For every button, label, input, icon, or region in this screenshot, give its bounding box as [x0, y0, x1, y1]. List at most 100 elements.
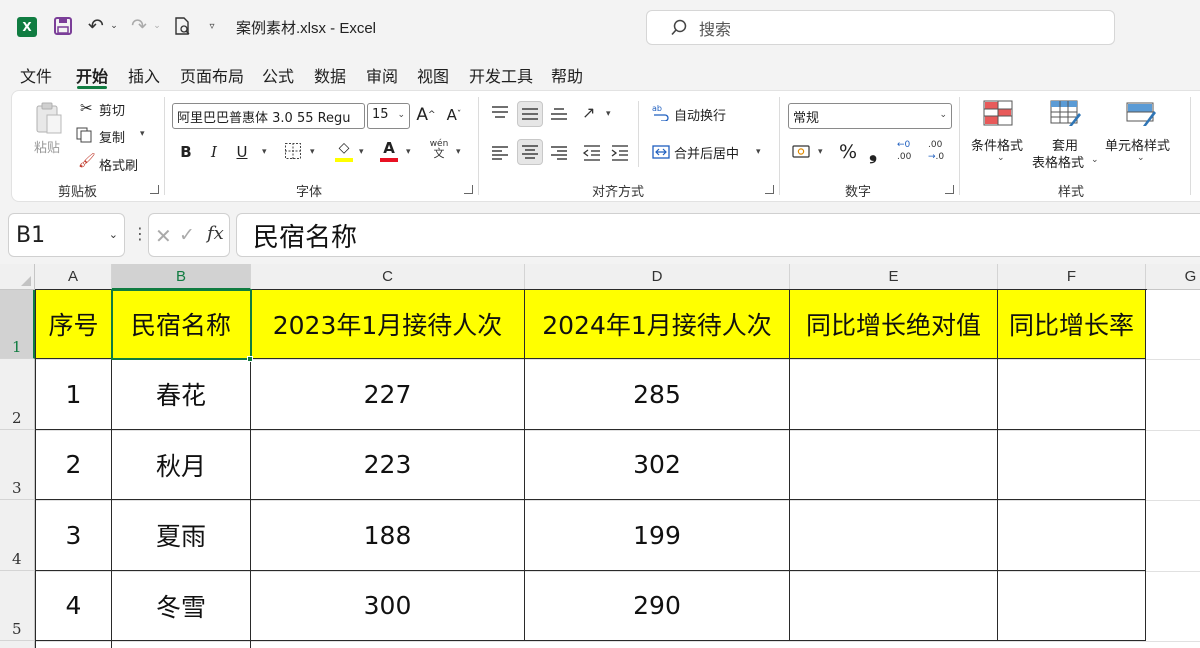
align-left-icon[interactable] — [490, 143, 510, 163]
format-painter-icon[interactable]: 🖌 — [78, 153, 96, 169]
bold-button[interactable]: B — [178, 141, 194, 163]
accounting-dropdown-icon[interactable]: ▾ — [818, 147, 823, 157]
orientation-dropdown-icon[interactable]: ▾ — [606, 109, 611, 119]
underline-button[interactable]: U — [234, 141, 250, 163]
cell-a4[interactable]: 3 — [36, 500, 112, 571]
cell-b4[interactable]: 夏雨 — [112, 500, 251, 571]
cut-icon[interactable]: ✂ — [80, 99, 93, 117]
cell-d5[interactable]: 290 — [525, 571, 790, 641]
row-header-4[interactable]: 4 — [0, 500, 35, 571]
tab-file[interactable]: 文件 — [20, 63, 52, 87]
cancel-icon[interactable]: ✕ — [155, 224, 172, 248]
name-box-dropdown-icon[interactable]: ⌄ — [109, 228, 118, 241]
column-header-g[interactable]: G — [1146, 264, 1200, 290]
tab-page-layout[interactable]: 页面布局 — [180, 63, 244, 87]
accounting-format-icon[interactable] — [792, 143, 812, 161]
conditional-formatting-button[interactable]: 条件格式 — [971, 135, 1023, 154]
comma-style-button[interactable]: ❟ — [865, 140, 881, 164]
tab-data[interactable]: 数据 — [314, 63, 346, 87]
increase-indent-icon[interactable] — [610, 143, 630, 163]
cell-f1[interactable]: 同比增长率 — [998, 290, 1146, 359]
font-color-dropdown-icon[interactable]: ▾ — [406, 147, 411, 157]
cell-e2[interactable] — [790, 359, 998, 430]
undo-icon[interactable]: ↶ — [85, 15, 107, 37]
row-header-1[interactable]: 1 — [0, 290, 35, 359]
cell-d1[interactable]: 2024年1月接待人次 — [525, 290, 790, 359]
tab-review[interactable]: 审阅 — [366, 63, 398, 87]
cell-c1[interactable]: 2023年1月接待人次 — [251, 290, 525, 359]
row-header-3[interactable]: 3 — [0, 430, 35, 500]
tab-view[interactable]: 视图 — [417, 63, 449, 87]
column-header-e[interactable]: E — [790, 264, 998, 290]
cell-d3[interactable]: 302 — [525, 430, 790, 500]
tab-formulas[interactable]: 公式 — [262, 63, 294, 87]
format-as-table-line2[interactable]: 表格格式 — [1032, 152, 1084, 171]
undo-dropdown-icon[interactable]: ⌄ — [108, 18, 120, 34]
merge-center-icon[interactable] — [652, 143, 670, 161]
formula-input[interactable]: 民宿名称 — [236, 213, 1200, 257]
paste-button[interactable]: 粘贴 — [34, 137, 60, 156]
column-header-b[interactable]: B — [112, 264, 251, 290]
orientation-icon[interactable]: ↗ — [582, 103, 595, 122]
borders-dropdown-icon[interactable]: ▾ — [310, 147, 315, 157]
format-as-table-icon[interactable] — [1049, 99, 1081, 127]
font-size-select[interactable]: 15 ⌄ — [367, 103, 410, 129]
cell-a3[interactable]: 2 — [36, 430, 112, 500]
italic-button[interactable]: I — [206, 141, 222, 163]
cell-e1[interactable]: 同比增长绝对值 — [790, 290, 998, 359]
cell-d2[interactable]: 285 — [525, 359, 790, 430]
cell-a1[interactable]: 序号 — [36, 290, 112, 359]
fill-color-dropdown-icon[interactable]: ▾ — [359, 147, 364, 157]
merge-center-button[interactable]: 合并后居中 — [674, 143, 739, 162]
copy-icon[interactable] — [76, 127, 92, 143]
row-header-5[interactable]: 5 — [0, 571, 35, 641]
wrap-text-button[interactable]: 自动换行 — [674, 105, 726, 124]
align-middle-icon[interactable] — [517, 101, 543, 127]
cell-a2[interactable]: 1 — [36, 359, 112, 430]
cell-c4[interactable]: 188 — [251, 500, 525, 571]
row-header-2[interactable]: 2 — [0, 359, 35, 430]
phonetic-guide-button[interactable]: wén 文 — [429, 139, 449, 165]
tab-insert[interactable]: 插入 — [128, 63, 160, 87]
cell-c5[interactable]: 300 — [251, 571, 525, 641]
number-format-select[interactable]: 常规 ⌄ — [788, 103, 952, 129]
column-header-c[interactable]: C — [251, 264, 525, 290]
increase-decimal-button[interactable]: ←0 .00 — [897, 140, 923, 164]
name-box[interactable]: B1 ⌄ — [8, 213, 125, 257]
grow-font-button[interactable]: A ^ — [416, 103, 436, 127]
number-launcher-icon[interactable] — [945, 185, 954, 194]
cell-e5[interactable] — [790, 571, 998, 641]
merge-dropdown-icon[interactable]: ▾ — [756, 147, 761, 157]
align-right-icon[interactable] — [549, 143, 569, 163]
save-icon[interactable] — [53, 16, 73, 36]
conditional-formatting-icon[interactable] — [982, 99, 1014, 127]
cell-b5[interactable]: 冬雪 — [112, 571, 251, 641]
cell-a6[interactable] — [36, 641, 112, 648]
borders-icon[interactable] — [284, 142, 302, 160]
align-bottom-icon[interactable] — [549, 103, 569, 123]
align-center-icon[interactable] — [517, 139, 543, 165]
cell-f5[interactable] — [998, 571, 1146, 641]
shrink-font-button[interactable]: Aˇ — [444, 103, 464, 127]
copy-dropdown-icon[interactable]: ▾ — [140, 129, 145, 139]
cell-b6[interactable] — [112, 641, 251, 648]
print-preview-icon[interactable] — [172, 16, 192, 36]
fill-color-button[interactable]: ◇ — [334, 139, 354, 163]
column-header-a[interactable]: A — [35, 264, 112, 290]
alignment-launcher-icon[interactable] — [765, 185, 774, 194]
cell-b3[interactable]: 秋月 — [112, 430, 251, 500]
phonetic-dropdown-icon[interactable]: ▾ — [456, 147, 461, 157]
enter-check-icon[interactable]: ✓ — [179, 224, 195, 246]
search-box[interactable]: 搜索 — [646, 10, 1115, 45]
redo-icon[interactable]: ↷ — [128, 15, 150, 37]
clipboard-launcher-icon[interactable] — [150, 185, 159, 194]
row-header-6[interactable] — [0, 641, 35, 648]
cell-c2[interactable]: 227 — [251, 359, 525, 430]
cell-e4[interactable] — [790, 500, 998, 571]
cell-b1[interactable]: 民宿名称 — [112, 290, 251, 359]
tab-developer[interactable]: 开发工具 — [469, 63, 533, 87]
fill-handle[interactable] — [247, 356, 253, 362]
cell-c3[interactable]: 223 — [251, 430, 525, 500]
cell-a5[interactable]: 4 — [36, 571, 112, 641]
decrease-decimal-button[interactable]: .00 →.0 — [928, 140, 954, 164]
